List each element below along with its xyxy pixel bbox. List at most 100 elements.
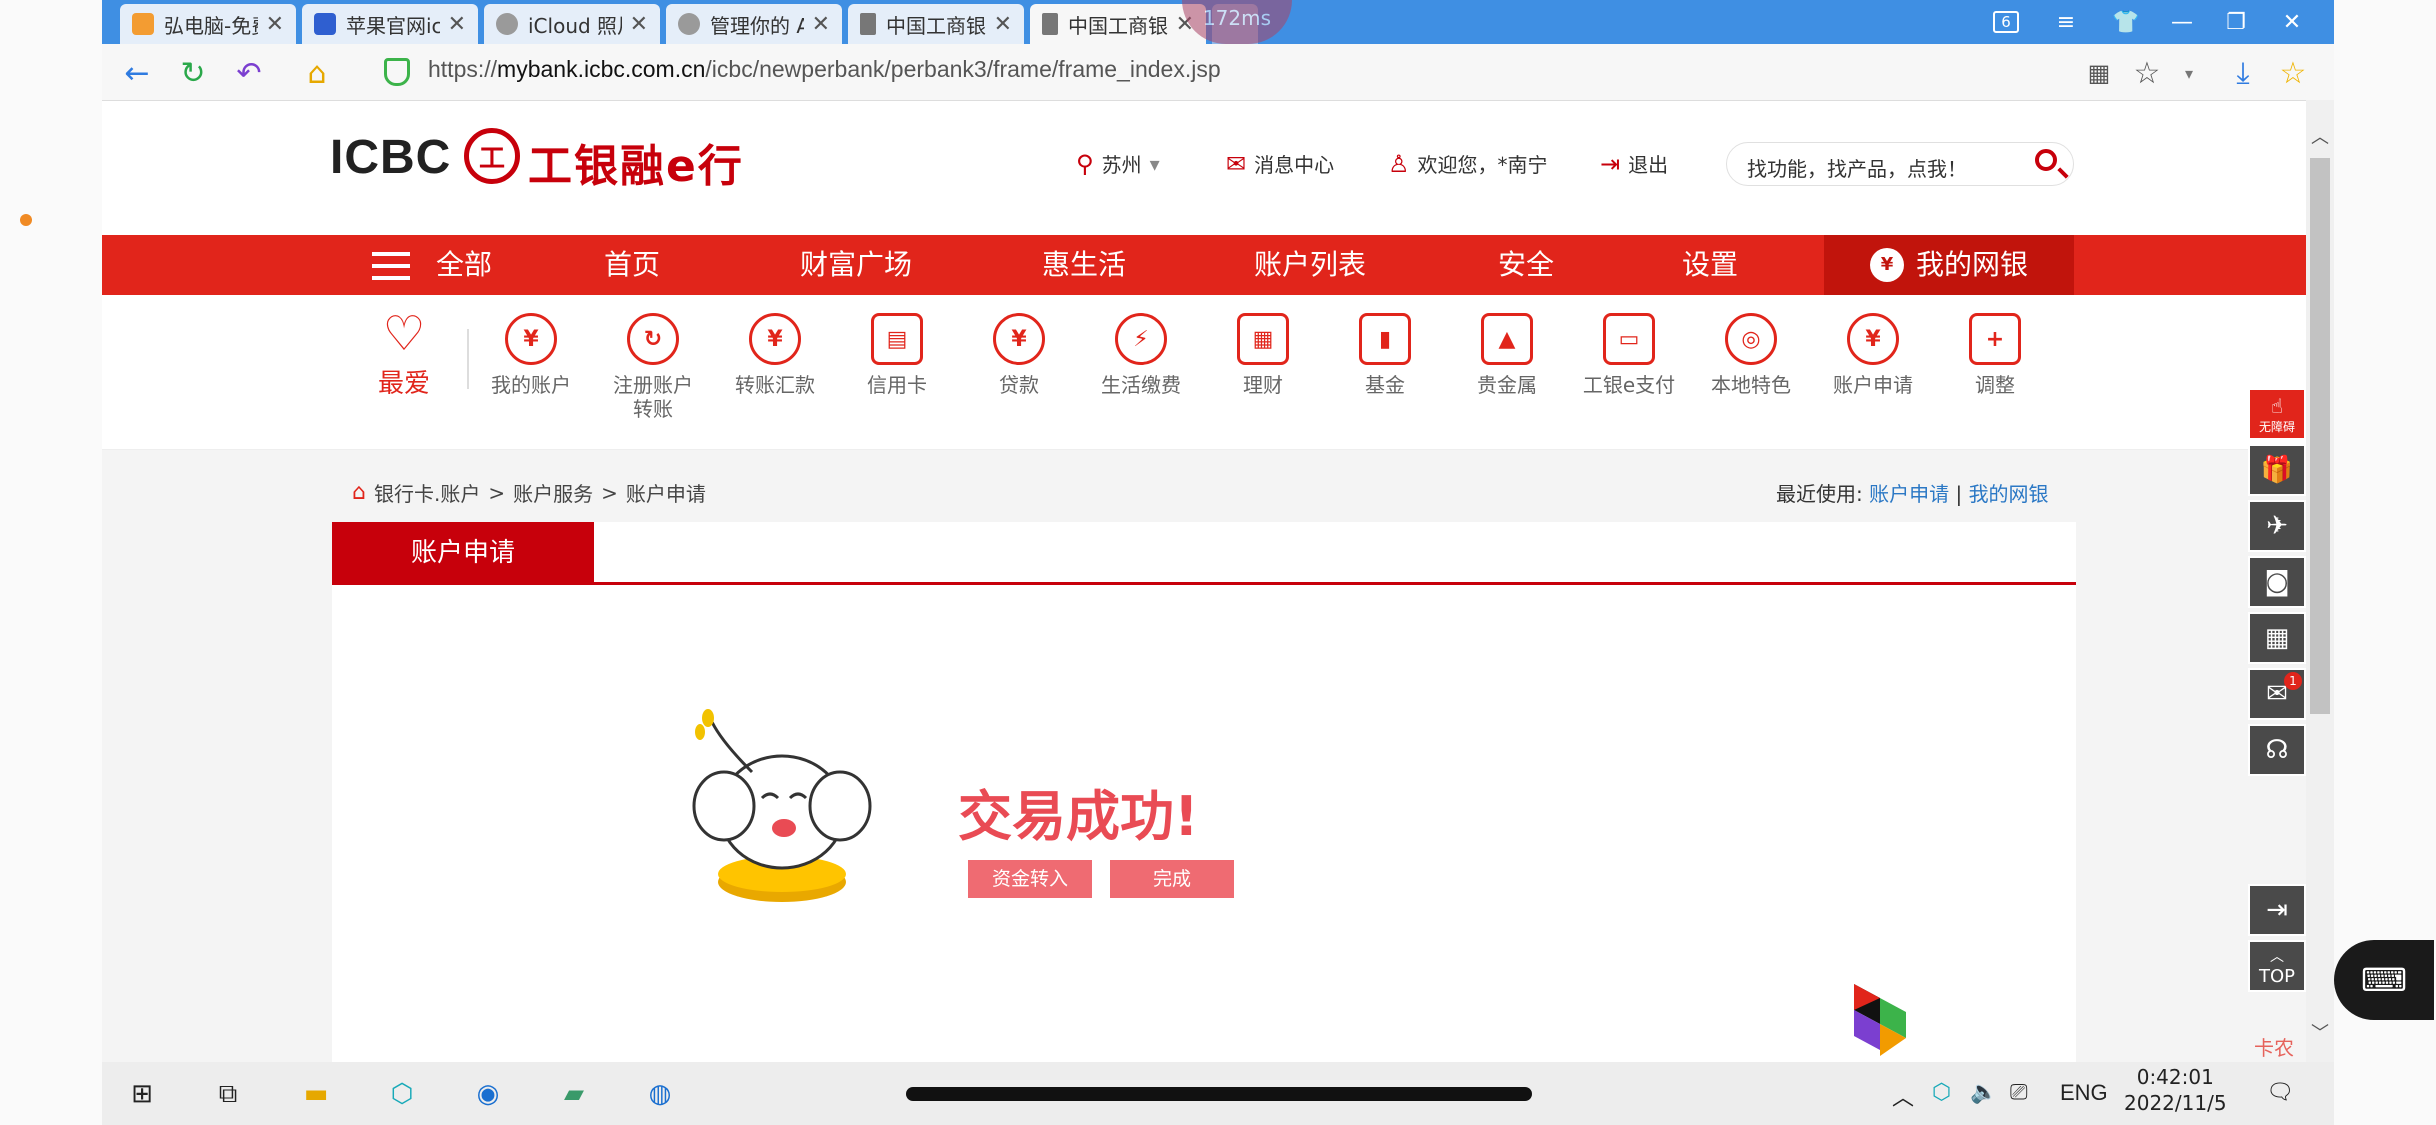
message-center-link[interactable]: ✉ 消息中心 — [1226, 149, 1334, 178]
quick-fund[interactable]: ▮ 基金 — [1330, 313, 1440, 397]
quick-adjust[interactable]: + 调整 — [1940, 313, 2050, 397]
keyboard-toggle-icon[interactable]: ⌨ — [2334, 940, 2434, 1020]
nav-wealth[interactable]: 财富广场 — [800, 235, 912, 295]
home-icon[interactable]: ⌂ — [352, 480, 366, 505]
chevron-down-icon[interactable]: ▾ — [2170, 54, 2208, 92]
close-icon[interactable]: ✕ — [266, 12, 284, 37]
city-selector[interactable]: ⚲ 苏州 ▾ — [1076, 149, 1160, 178]
nav-all[interactable]: 全部 — [436, 235, 492, 295]
quick-credit-card[interactable]: ▤ 信用卡 — [842, 313, 952, 397]
nav-my-netbank[interactable]: ¥ 我的网银 — [1824, 235, 2074, 295]
url-field[interactable]: https://mybank.icbc.com.cn/icbc/newperba… — [428, 56, 1221, 83]
windows-start-icon[interactable]: ⊞ — [122, 1074, 162, 1114]
tray-app-icon[interactable]: ⬡ — [1932, 1080, 1951, 1105]
network-app-icon[interactable]: ◍ — [640, 1074, 680, 1114]
logout-link[interactable]: ⇥ 退出 — [1600, 149, 1668, 178]
scroll-up-icon[interactable]: ︿ — [2306, 124, 2334, 152]
breadcrumb-separator: > — [488, 480, 506, 505]
cube-app-icon[interactable]: ⬡ — [382, 1074, 422, 1114]
refresh-icon[interactable]: ↻ — [174, 54, 212, 92]
quick-registered-transfer[interactable]: ↻ 注册账户 转账 — [598, 313, 708, 421]
welcome-user[interactable]: ♙ 欢迎您，*南宁 — [1388, 149, 1548, 178]
favicon-icon — [132, 13, 154, 35]
skin-icon[interactable]: 👕 — [2106, 6, 2146, 38]
sogou-browser-icon[interactable]: ◉ — [468, 1074, 508, 1114]
close-icon[interactable]: ✕ — [448, 12, 466, 37]
restore-icon[interactable]: ❐ — [2216, 6, 2256, 38]
quick-bill-payment[interactable]: ⚡ 生活缴费 — [1086, 313, 1196, 397]
accessibility-button[interactable]: ☝ 无障碍 — [2248, 388, 2306, 440]
search-icon[interactable] — [2035, 149, 2057, 171]
quick-loan[interactable]: ¥ 贷款 — [964, 313, 1074, 397]
customer-service-button[interactable]: ☊ — [2248, 724, 2306, 776]
collapse-toolbar-button[interactable]: ⇥ — [2248, 884, 2306, 936]
recent-link[interactable]: 我的网银 — [1969, 482, 2049, 506]
vertical-scrollbar[interactable]: ︿ ﹀ — [2306, 100, 2334, 1062]
file-explorer-icon[interactable]: ▬ — [296, 1074, 336, 1114]
done-button[interactable]: 完成 — [1110, 860, 1234, 898]
nav-life[interactable]: 惠生活 — [1042, 235, 1126, 295]
icbc-logo-text[interactable]: ICBC — [330, 130, 451, 185]
notification-icon[interactable]: 🗨 — [2266, 1080, 2294, 1105]
quick-remittance[interactable]: ¥ 转账汇款 — [720, 313, 830, 397]
qr-code-icon[interactable]: ▦ — [2080, 54, 2118, 92]
app-logo-icon[interactable] — [1850, 980, 1910, 1060]
close-window-icon[interactable]: ✕ — [2272, 6, 2312, 38]
browser-tab[interactable]: 苹果官网icloud登录 ✕ — [302, 4, 478, 44]
breadcrumb-item[interactable]: 银行卡.账户 — [374, 478, 480, 507]
breadcrumb-item[interactable]: 账户服务 — [513, 478, 593, 507]
quick-my-account[interactable]: ¥ 我的账户 — [476, 313, 586, 397]
quick-wealth-management[interactable]: ▦ 理财 — [1208, 313, 1318, 397]
bookmark-star-icon[interactable]: ☆ — [2128, 54, 2166, 92]
browser-tab[interactable]: iCloud 照片 ✕ — [484, 4, 660, 44]
scroll-down-icon[interactable]: ﹀ — [2306, 1020, 2334, 1048]
tray-expand-icon[interactable]: ︿ — [1892, 1080, 1914, 1112]
close-icon[interactable]: ✕ — [812, 12, 830, 37]
home-icon[interactable]: ⌂ — [298, 54, 336, 92]
browser-tab[interactable]: 管理你的 Apple ID ✕ — [666, 4, 842, 44]
volume-icon[interactable]: 🔈 — [1970, 1080, 1997, 1105]
nav-settings[interactable]: 设置 — [1682, 235, 1738, 295]
recent-link[interactable]: 账户申请 — [1869, 482, 1949, 506]
browser-tab[interactable]: 中国工商银行中国网 ✕ — [848, 4, 1024, 44]
download-icon[interactable]: ⤓ — [2224, 54, 2262, 92]
camera-button[interactable]: ◙ — [2248, 556, 2306, 608]
quick-account-apply[interactable]: ¥ 账户申请 — [1818, 313, 1928, 397]
mail-button[interactable]: ✉ 1 — [2248, 668, 2306, 720]
quick-e-pay[interactable]: ▭ 工银e支付 — [1574, 313, 1684, 397]
floating-dot[interactable] — [20, 214, 32, 226]
function-search[interactable]: 找功能，找产品，点我！ — [1726, 142, 2074, 186]
gift-button[interactable]: 🎁 — [2248, 444, 2306, 496]
favorites-icon[interactable]: ☆ — [2274, 54, 2312, 92]
scrollbar-thumb[interactable] — [2310, 158, 2330, 714]
browser-tab[interactable]: 弘电脑-免费云电脑] ✕ — [120, 4, 296, 44]
undo-icon[interactable]: ↶ — [230, 54, 268, 92]
nav-home[interactable]: 首页 — [604, 235, 660, 295]
back-icon[interactable]: ← — [118, 54, 156, 92]
panel-tab[interactable]: 账户申请 — [332, 522, 594, 584]
language-indicator[interactable]: ENG — [2060, 1080, 2108, 1106]
notes-app-icon[interactable]: ▰ — [554, 1074, 594, 1114]
tab-count-button[interactable]: 6 — [1986, 6, 2026, 38]
clock[interactable]: 0:42:01 2022/11/5 — [2124, 1064, 2227, 1116]
quick-local-features[interactable]: ◎ 本地特色 — [1696, 313, 1806, 397]
close-icon[interactable]: ✕ — [630, 12, 648, 37]
nav-accounts[interactable]: 账户列表 — [1254, 235, 1366, 295]
browser-tab-active[interactable]: 中国工商银行新一代 ✕ — [1030, 4, 1206, 44]
home-indicator[interactable] — [906, 1087, 1532, 1101]
search-input[interactable]: 找功能，找产品，点我！ — [1747, 153, 1967, 182]
calendar-button[interactable]: ▦ — [2248, 612, 2306, 664]
minimize-icon[interactable]: — — [2162, 6, 2202, 38]
close-icon[interactable]: ✕ — [994, 12, 1012, 37]
nav-security[interactable]: 安全 — [1498, 235, 1554, 295]
task-view-icon[interactable]: ⧉ — [208, 1074, 248, 1114]
menu-hamburger-icon[interactable] — [372, 252, 410, 280]
menu-icon[interactable]: ≡ — [2046, 6, 2086, 38]
share-button[interactable]: ✈ — [2248, 500, 2306, 552]
camera-icon: ◙ — [2264, 567, 2290, 597]
transfer-in-button[interactable]: 资金转入 — [968, 860, 1092, 898]
back-to-top-button[interactable]: ︿ TOP — [2248, 940, 2306, 992]
network-icon[interactable]: ⎚ — [2010, 1080, 2028, 1105]
favorites-entry[interactable]: ♡ 最爱 — [364, 309, 444, 400]
quick-precious-metal[interactable]: ▲ 贵金属 — [1452, 313, 1562, 397]
